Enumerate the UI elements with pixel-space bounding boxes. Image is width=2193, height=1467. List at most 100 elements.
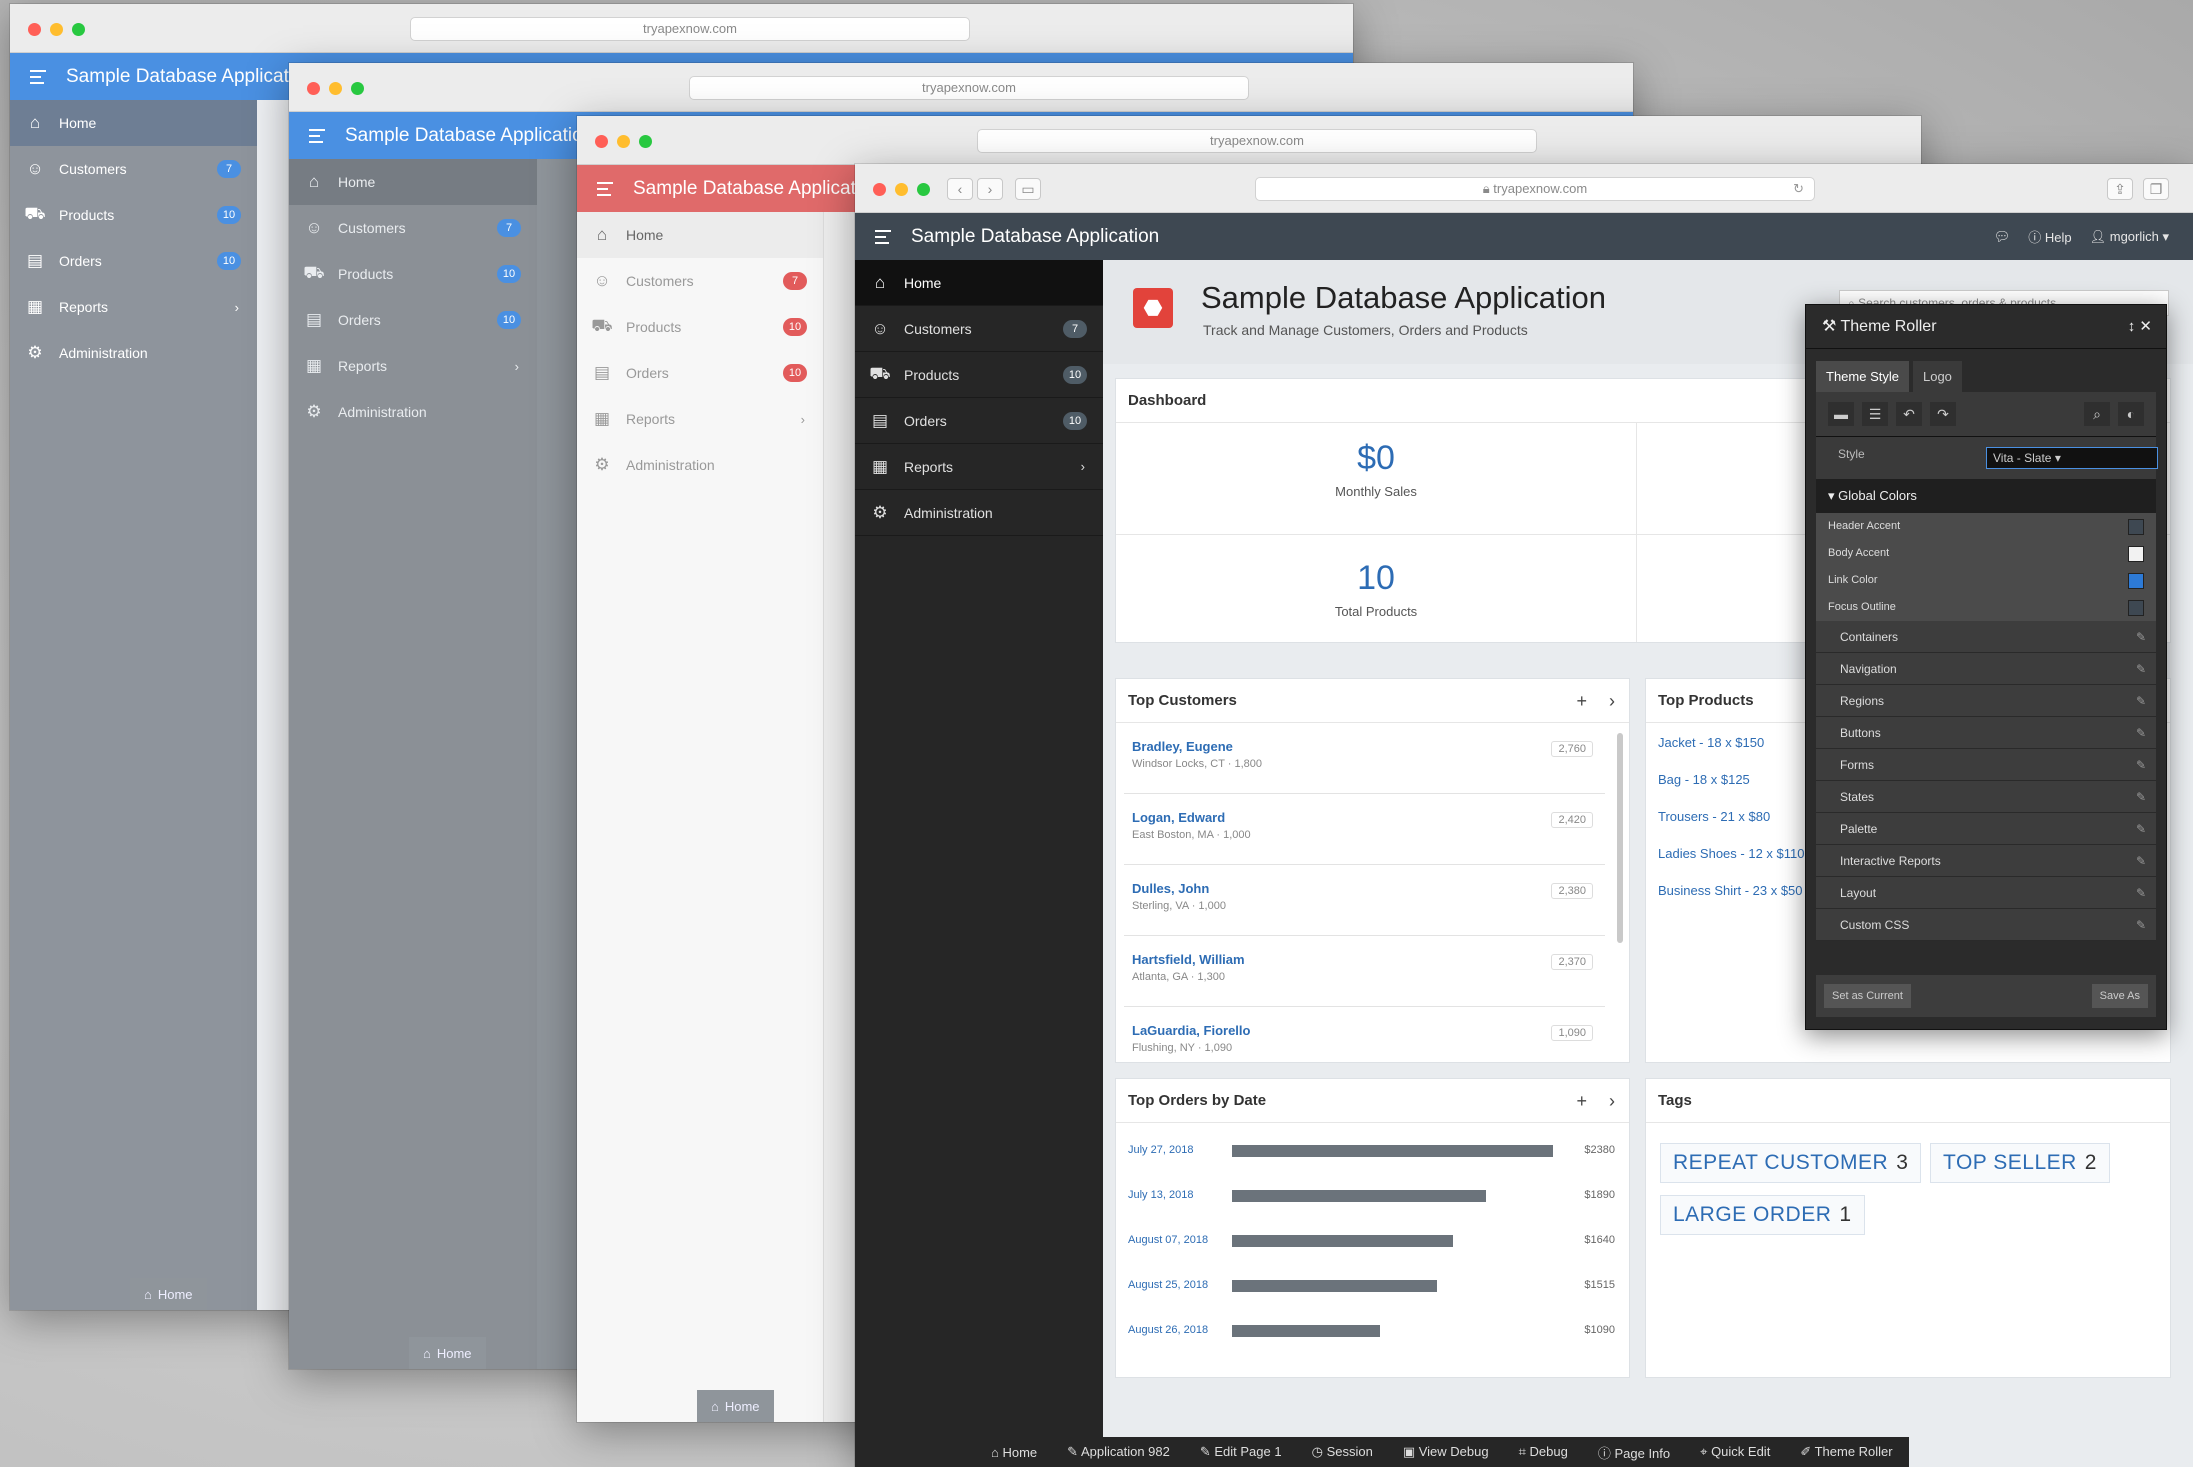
roller-section[interactable]: Navigation ✎ — [1816, 653, 2156, 685]
zoom-window-button[interactable] — [917, 183, 930, 196]
list-view-icon[interactable]: ☰ — [1862, 402, 1888, 426]
tag-chip[interactable]: LARGE ORDER 1 — [1660, 1195, 1865, 1235]
roller-section[interactable]: Custom CSS ✎ — [1816, 909, 2156, 941]
nav-item-orders[interactable]: ▤ Orders 10 — [10, 238, 257, 284]
color-row[interactable]: Focus Outline — [1816, 594, 2156, 621]
order-bar-row[interactable]: August 26, 2018 $1090 — [1128, 1321, 1615, 1341]
url-bar[interactable]: 🔒︎ tryapexnow.com ↻ — [1255, 177, 1815, 201]
kpi-monthly-sales[interactable]: $0 Monthly Sales — [1116, 439, 1636, 499]
tag-chip[interactable]: REPEAT CUSTOMER 3 — [1660, 1143, 1922, 1183]
roller-section[interactable]: States ✎ — [1816, 781, 2156, 813]
nav-item-home[interactable]: ⌂ Home — [855, 260, 1103, 306]
save-as-button[interactable]: Save As — [2091, 984, 2148, 1008]
nav-item-administration[interactable]: ⚙ Administration — [10, 330, 257, 376]
dev-session-button[interactable]: ◷ Session — [1312, 1444, 1373, 1460]
url-bar[interactable]: tryapexnow.com — [977, 129, 1537, 153]
nav-item-customers[interactable]: ☺ Customers 7 — [855, 306, 1103, 352]
edit-icon[interactable]: ✎ — [2136, 685, 2146, 717]
sidebar-toggle-icon[interactable]: ▭ — [1015, 178, 1041, 200]
color-swatch[interactable] — [2128, 519, 2144, 535]
nav-item-products[interactable]: ⛟ Products 10 — [577, 304, 823, 350]
color-swatch[interactable] — [2128, 573, 2144, 589]
nav-item-home[interactable]: ⌂ Home — [289, 159, 537, 205]
footer-home-tab[interactable]: ⌂ Home — [130, 1278, 207, 1310]
order-date[interactable]: August 26, 2018 — [1128, 1324, 1208, 1336]
nav-item-reports[interactable]: ▦ Reports › — [577, 396, 823, 442]
nav-item-products[interactable]: ⛟ Products 10 — [855, 352, 1103, 398]
edit-icon[interactable]: ✎ — [2136, 749, 2146, 781]
color-row[interactable]: Header Accent — [1816, 513, 2156, 540]
tag-chip[interactable]: TOP SELLER 2 — [1930, 1143, 2110, 1183]
nav-item-reports[interactable]: ▦ Reports › — [289, 343, 537, 389]
app-title[interactable]: Sample Database Application — [66, 66, 314, 88]
order-bar-row[interactable]: July 13, 2018 $1890 — [1128, 1186, 1615, 1206]
reload-icon[interactable]: ↻ — [1793, 178, 1804, 200]
zoom-window-button[interactable] — [72, 23, 85, 36]
dialog-titlebar[interactable]: ⚒ Theme Roller ↕ ✕ — [1806, 305, 2166, 349]
set-current-button[interactable]: Set as Current — [1824, 984, 1911, 1008]
style-select[interactable]: Vita - Slate ▾ — [1986, 447, 2158, 469]
product-link[interactable]: Trousers - 21 x $80 — [1658, 809, 1770, 824]
back-button[interactable]: ‹ — [947, 178, 973, 200]
add-icon[interactable]: + — [1576, 1079, 1587, 1123]
share-icon[interactable]: ⇪ — [2107, 178, 2133, 200]
zoom-window-button[interactable] — [351, 82, 364, 95]
minimize-window-button[interactable] — [329, 82, 342, 95]
footer-home-tab[interactable]: ⌂ Home — [409, 1337, 486, 1369]
edit-icon[interactable]: ✎ — [2136, 653, 2146, 685]
product-link[interactable]: Business Shirt - 23 x $50 — [1658, 883, 1803, 898]
roller-section[interactable]: Interactive Reports ✎ — [1816, 845, 2156, 877]
dev-debug-button[interactable]: ⌗ Debug — [1519, 1444, 1568, 1460]
close-icon[interactable]: ↕ ✕ — [2128, 305, 2152, 349]
nav-item-home[interactable]: ⌂ Home — [577, 212, 823, 258]
close-window-button[interactable] — [28, 23, 41, 36]
nav-item-administration[interactable]: ⚙ Administration — [855, 490, 1103, 536]
edit-icon[interactable]: ✎ — [2136, 877, 2146, 909]
customer-name[interactable]: Hartsfield, William — [1132, 952, 1245, 967]
customer-name[interactable]: Logan, Edward — [1132, 810, 1225, 825]
contrast-icon[interactable]: ◐ — [2118, 402, 2144, 426]
order-bar-row[interactable]: August 07, 2018 $1640 — [1128, 1231, 1615, 1251]
dev-edit-page-button[interactable]: ✎ Edit Page 1 — [1200, 1444, 1282, 1460]
product-link[interactable]: Bag - 18 x $125 — [1658, 772, 1750, 787]
nav-item-orders[interactable]: ▤ Orders 10 — [577, 350, 823, 396]
nav-item-orders[interactable]: ▤ Orders 10 — [855, 398, 1103, 444]
close-window-button[interactable] — [307, 82, 320, 95]
minimize-window-button[interactable] — [617, 135, 630, 148]
roller-section[interactable]: Buttons ✎ — [1816, 717, 2156, 749]
list-item[interactable]: LaGuardia, Fiorello Flushing, NY · 1,090 1… — [1124, 1007, 1605, 1062]
tab-logo[interactable]: Logo — [1912, 361, 1962, 392]
kpi-total-products[interactable]: 10 Total Products — [1116, 559, 1636, 619]
footer-home-tab[interactable]: ⌂ Home — [697, 1390, 774, 1422]
app-title[interactable]: Sample Database Application — [911, 226, 1159, 248]
dev-page-info-button[interactable]: ⓘ Page Info — [1598, 1443, 1670, 1462]
list-item[interactable]: Bradley, Eugene Windsor Locks, CT · 1,800… — [1124, 723, 1605, 794]
order-date[interactable]: August 25, 2018 — [1128, 1279, 1208, 1291]
nav-item-customers[interactable]: ☺ Customers 7 — [577, 258, 823, 304]
chat-icon[interactable]: 💬︎ — [1994, 229, 2011, 245]
customer-name[interactable]: LaGuardia, Fiorello — [1132, 1023, 1250, 1038]
chevron-right-icon[interactable]: › — [1609, 679, 1615, 723]
close-window-button[interactable] — [873, 183, 886, 196]
url-bar[interactable]: tryapexnow.com — [689, 76, 1249, 100]
roller-section[interactable]: Palette ✎ — [1816, 813, 2156, 845]
app-title[interactable]: Sample Database Application — [633, 178, 881, 200]
list-item[interactable]: Dulles, John Sterling, VA · 1,000 2,380 — [1124, 865, 1605, 936]
simple-view-icon[interactable]: ▬ — [1828, 402, 1854, 426]
search-icon[interactable]: ⌕ — [2084, 402, 2110, 426]
nav-item-orders[interactable]: ▤ Orders 10 — [289, 297, 537, 343]
undo-icon[interactable]: ↶ — [1896, 402, 1922, 426]
edit-icon[interactable]: ✎ — [2136, 781, 2146, 813]
dev-view-debug-button[interactable]: ▣ View Debug — [1403, 1444, 1489, 1460]
add-icon[interactable]: + — [1576, 679, 1587, 723]
url-bar[interactable]: tryapexnow.com — [410, 17, 970, 41]
nav-item-reports[interactable]: ▦ Reports › — [10, 284, 257, 330]
nav-item-administration[interactable]: ⚙ Administration — [289, 389, 537, 435]
dev-application-button[interactable]: ✎ Application 982 — [1067, 1444, 1170, 1460]
nav-item-home[interactable]: ⌂ Home — [10, 100, 257, 146]
order-date[interactable]: July 13, 2018 — [1128, 1189, 1193, 1201]
group-header-global-colors[interactable]: ▾ Global Colors — [1816, 479, 2156, 513]
help-link[interactable]: ⓘ Help — [2028, 227, 2071, 246]
product-link[interactable]: Ladies Shoes - 12 x $110 — [1658, 846, 1804, 861]
roller-section[interactable]: Forms ✎ — [1816, 749, 2156, 781]
